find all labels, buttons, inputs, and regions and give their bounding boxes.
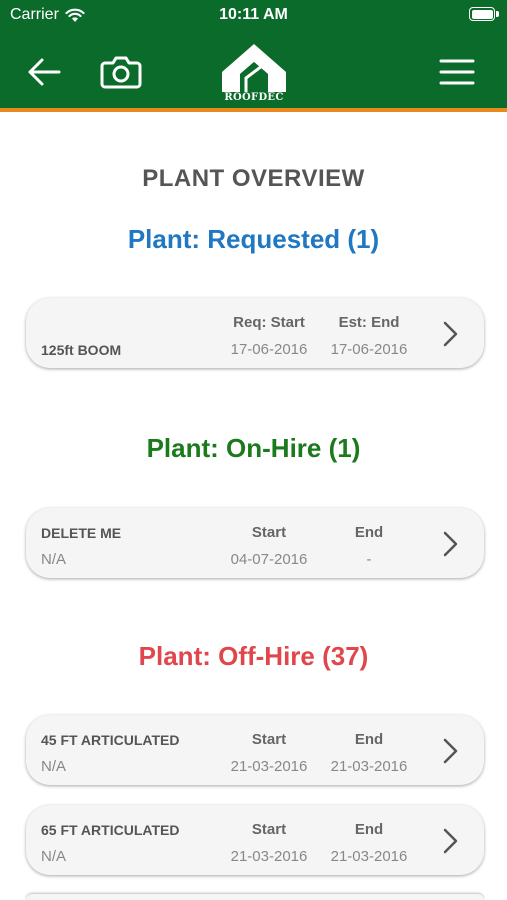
- roofdec-logo: ROOFDEC: [218, 42, 290, 106]
- plant-name: DELETE ME: [41, 525, 122, 541]
- camera-icon: [100, 56, 142, 89]
- column-label-end: End: [354, 731, 384, 748]
- nav-underline: [0, 108, 507, 112]
- menu-button[interactable]: [435, 50, 479, 94]
- start-date: 21-03-2016: [230, 848, 308, 865]
- plant-detail: N/A: [41, 551, 67, 568]
- plant-card[interactable]: 125ft BOOM Req: Start 17-06-2016 Est: En…: [26, 298, 484, 368]
- chevron-right-icon: [443, 531, 458, 557]
- column-label-start: Start: [251, 821, 287, 838]
- plant-name: 45 FT ARTICULATED: [41, 732, 180, 748]
- logo-text: ROOFDEC: [224, 92, 284, 103]
- column-label-end: End: [354, 821, 384, 838]
- column-label-start: Req: Start: [233, 314, 305, 331]
- roofdec-logo-mark: [222, 44, 286, 92]
- section-title-off-hire: Plant: Off-Hire (37): [138, 641, 369, 671]
- column-label-end: End: [354, 524, 384, 541]
- plant-card-partial[interactable]: [26, 894, 484, 900]
- chevron-right-icon: [443, 828, 458, 854]
- menu-icon: [439, 59, 475, 85]
- plant-card[interactable]: 65 FT ARTICULATED N/A Start 21-03-2016 E…: [26, 805, 484, 875]
- column-label-end: Est: End: [338, 314, 400, 331]
- end-date: 21-03-2016: [330, 848, 408, 865]
- plant-card[interactable]: 45 FT ARTICULATED N/A Start 21-03-2016 E…: [26, 715, 484, 785]
- section-title-requested: Plant: Requested (1): [127, 224, 380, 254]
- back-button[interactable]: [22, 50, 66, 94]
- back-arrow-icon: [28, 58, 61, 86]
- plant-detail: N/A: [41, 758, 67, 775]
- plant-name: 125ft BOOM: [41, 342, 122, 358]
- nav-bar: ROOFDEC: [0, 32, 507, 108]
- chevron-right-icon: [443, 321, 458, 347]
- end-date: 21-03-2016: [330, 758, 408, 775]
- end-date: 17-06-2016: [330, 341, 408, 358]
- page-title: PLANT OVERVIEW: [142, 165, 365, 192]
- chevron-right-icon: [443, 738, 458, 764]
- status-time: 10:11 AM: [219, 6, 288, 23]
- start-date: 17-06-2016: [230, 341, 308, 358]
- column-label-start: Start: [251, 524, 287, 541]
- start-date: 21-03-2016: [230, 758, 308, 775]
- start-date: 04-07-2016: [230, 551, 308, 568]
- column-label-start: Start: [251, 731, 287, 748]
- camera-button[interactable]: [99, 50, 143, 94]
- plant-card[interactable]: DELETE ME N/A Start 04-07-2016 End -: [26, 508, 484, 578]
- battery-icon: [469, 7, 499, 21]
- end-date: -: [366, 551, 372, 568]
- status-bar: Carrier 10:11 AM: [0, 0, 507, 32]
- plant-detail: N/A: [41, 848, 67, 865]
- section-title-on-hire: Plant: On-Hire (1): [146, 433, 361, 463]
- plant-name: 65 FT ARTICULATED: [41, 822, 180, 838]
